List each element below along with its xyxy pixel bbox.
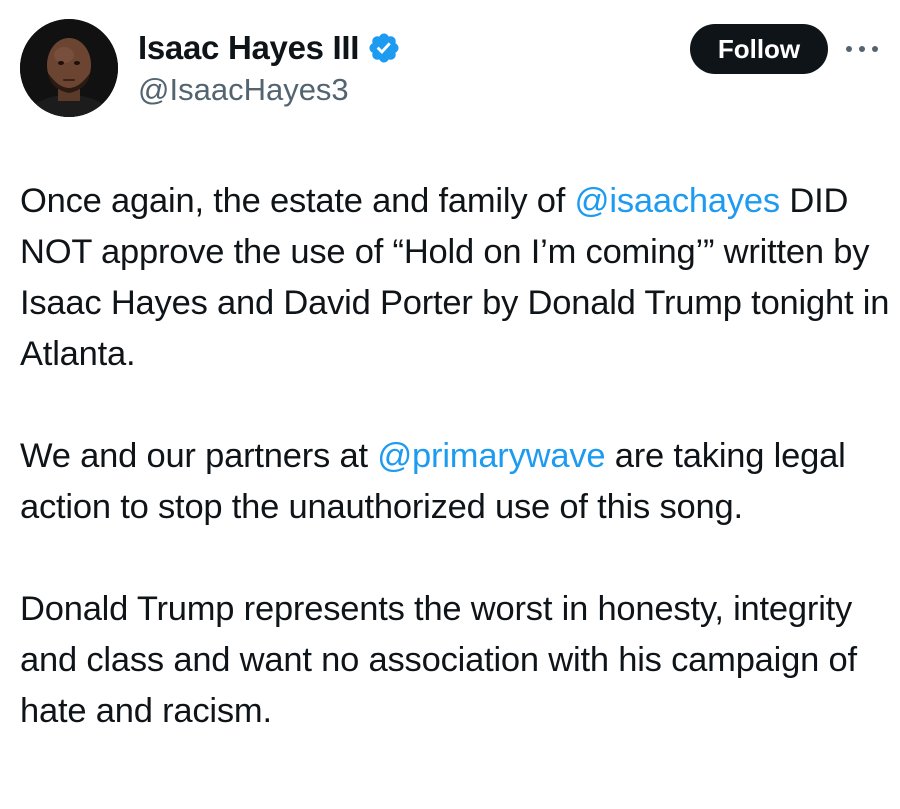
verified-badge-icon [367,31,401,65]
avatar[interactable] [20,19,118,117]
mention-link[interactable]: @primarywave [377,437,605,475]
author-handle[interactable]: @IsaacHayes3 [138,72,349,108]
author-name-row: Isaac Hayes III [138,26,401,70]
tweet-text-segment: We and our partners at [20,437,378,475]
tweet-paragraph-1: Once again, the estate and family of @is… [20,176,890,380]
avatar-photo-icon [20,19,118,117]
mention-link[interactable]: @isaachayes [575,182,781,220]
tweet-paragraph-2: We and our partners at @primarywave are … [20,431,890,533]
tweet-card: Isaac Hayes III @IsaacHayes3 Follow Once… [0,0,900,809]
tweet-paragraph-3: Donald Trump represents the worst in hon… [20,590,857,730]
author-display-name[interactable]: Isaac Hayes III [138,29,359,67]
more-options-icon[interactable] [842,34,882,64]
follow-button[interactable]: Follow [690,24,828,74]
tweet-text: Once again, the estate and family of @is… [20,176,890,737]
tweet-text-segment: Once again, the estate and family of [20,182,575,220]
